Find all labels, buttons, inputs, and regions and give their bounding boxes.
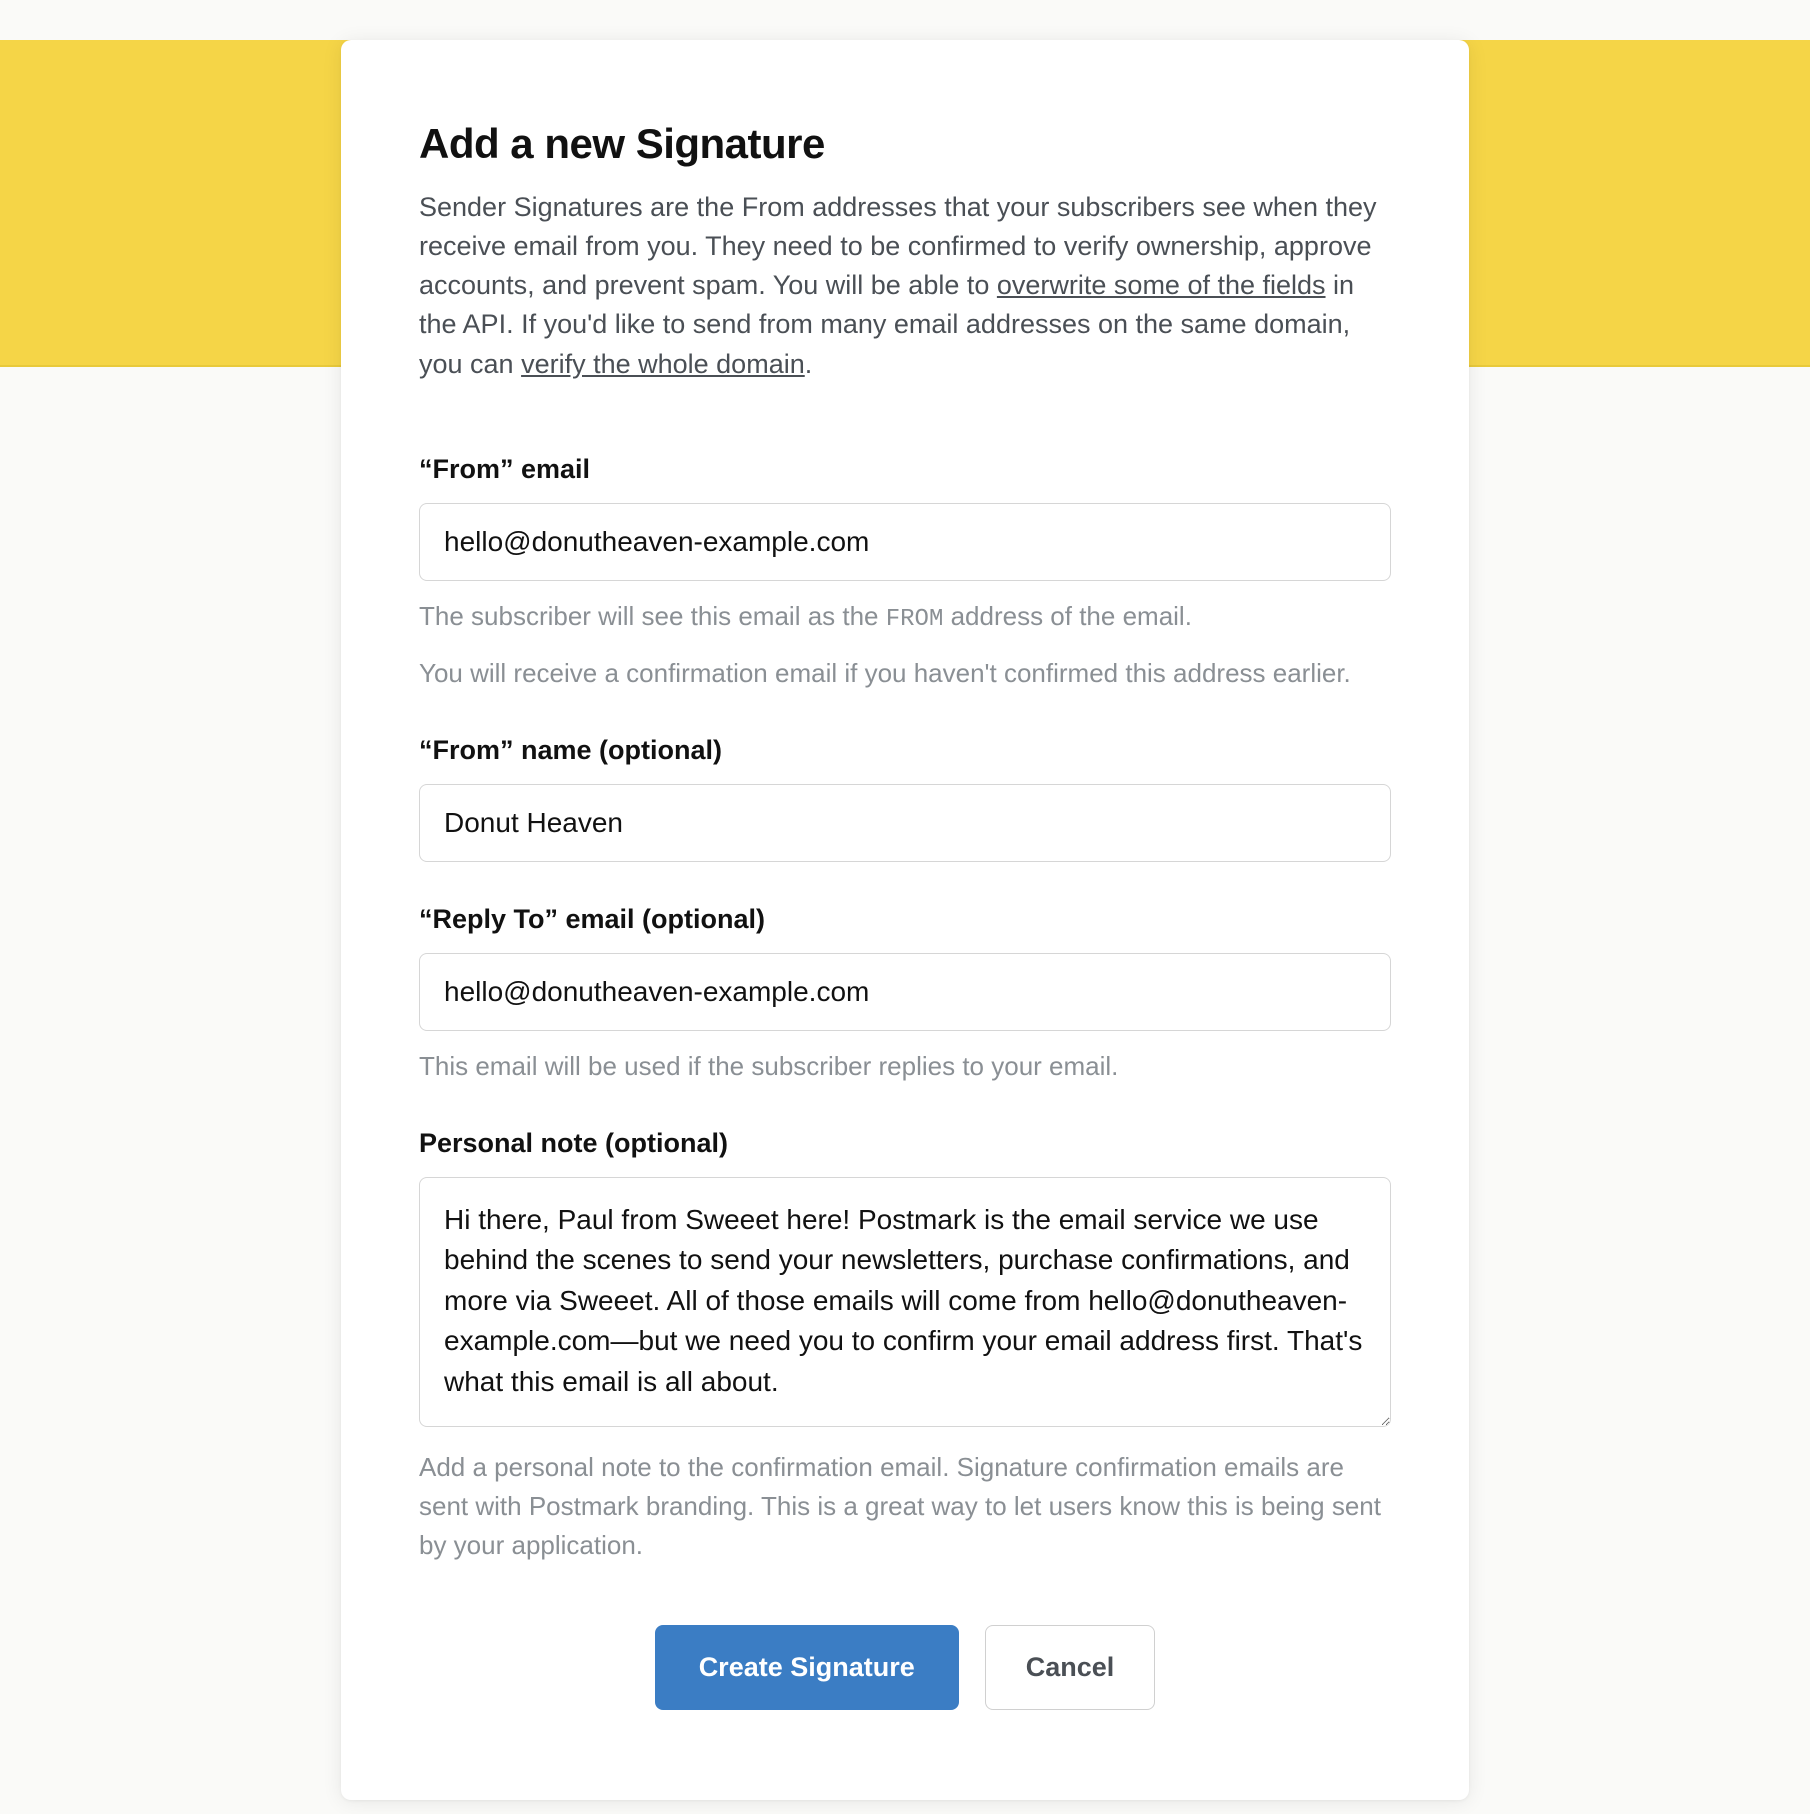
overwrite-fields-link[interactable]: overwrite some of the fields [997, 270, 1326, 300]
from-email-help-1: The subscriber will see this email as th… [419, 597, 1391, 638]
help-prefix: The subscriber will see this email as th… [419, 601, 886, 631]
signature-form-card: Add a new Signature Sender Signatures ar… [341, 40, 1469, 1800]
from-name-group: “From” name (optional) [419, 735, 1391, 862]
from-name-label: “From” name (optional) [419, 735, 1391, 766]
from-email-group: “From” email The subscriber will see thi… [419, 454, 1391, 693]
intro-suffix: . [805, 349, 813, 379]
reply-to-group: “Reply To” email (optional) This email w… [419, 904, 1391, 1086]
verify-domain-link[interactable]: verify the whole domain [521, 349, 805, 379]
personal-note-group: Personal note (optional) Add a personal … [419, 1128, 1391, 1565]
intro-text: Sender Signatures are the From addresses… [419, 188, 1391, 384]
personal-note-help: Add a personal note to the confirmation … [419, 1448, 1391, 1565]
help-suffix: address of the email. [943, 601, 1192, 631]
from-email-help-2: You will receive a confirmation email if… [419, 654, 1391, 693]
page-title: Add a new Signature [419, 120, 1391, 168]
from-email-label: “From” email [419, 454, 1391, 485]
from-email-input[interactable] [419, 503, 1391, 581]
cancel-button[interactable]: Cancel [985, 1625, 1156, 1710]
reply-to-label: “Reply To” email (optional) [419, 904, 1391, 935]
personal-note-label: Personal note (optional) [419, 1128, 1391, 1159]
help-mono: FROM [886, 606, 944, 633]
from-name-input[interactable] [419, 784, 1391, 862]
personal-note-textarea[interactable] [419, 1177, 1391, 1427]
reply-to-input[interactable] [419, 953, 1391, 1031]
button-row: Create Signature Cancel [419, 1625, 1391, 1710]
create-signature-button[interactable]: Create Signature [655, 1625, 959, 1710]
reply-to-help: This email will be used if the subscribe… [419, 1047, 1391, 1086]
